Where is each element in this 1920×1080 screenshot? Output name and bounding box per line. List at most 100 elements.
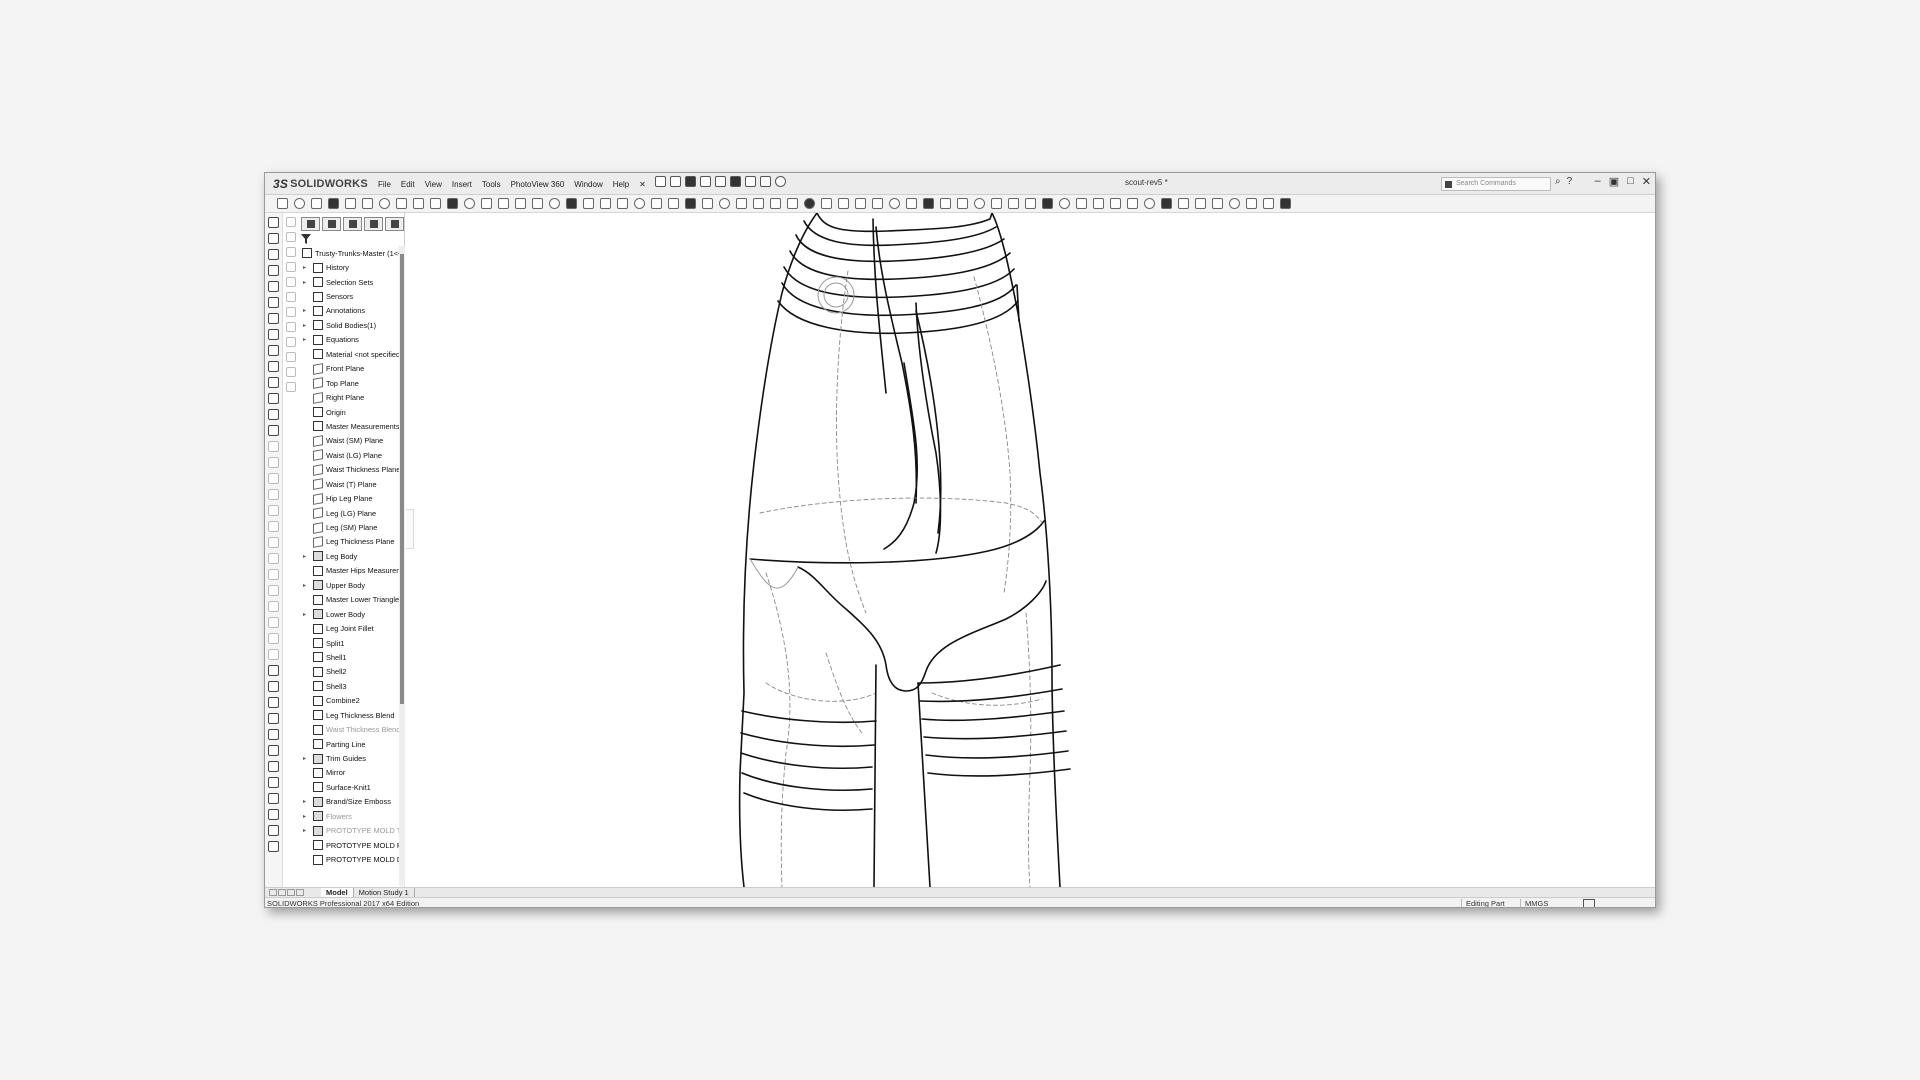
magnifier-icon[interactable]: ⌕ xyxy=(1555,176,1561,187)
toolbar-tool-icon[interactable] xyxy=(804,198,815,209)
toolbar-tool-icon[interactable] xyxy=(1059,198,1070,209)
toolbar-tool-icon[interactable] xyxy=(889,198,900,209)
side-tool-icon[interactable] xyxy=(286,352,296,362)
rebuild-icon[interactable] xyxy=(745,176,756,187)
side-tool-icon[interactable] xyxy=(268,345,279,356)
tree-item[interactable]: Master Hips Measuremer xyxy=(299,564,399,578)
tree-item[interactable]: ▸ Upper Body xyxy=(299,578,399,592)
expand-arrow-icon[interactable]: ▸ xyxy=(303,798,306,805)
toolbar-tool-icon[interactable] xyxy=(1093,198,1104,209)
tree-item[interactable]: ▸ Equations xyxy=(299,333,399,347)
toolbar-tool-icon[interactable] xyxy=(770,198,781,209)
tree-item[interactable]: Leg Joint Fillet xyxy=(299,621,399,635)
side-tool-icon[interactable] xyxy=(286,292,296,302)
side-tool-icon[interactable] xyxy=(268,569,279,580)
toolbar-tool-icon[interactable] xyxy=(974,198,985,209)
toolbar-tool-icon[interactable] xyxy=(481,198,492,209)
open-icon[interactable] xyxy=(670,176,681,187)
toolbar-tool-icon[interactable] xyxy=(464,198,475,209)
toolbar-tool-icon[interactable] xyxy=(1280,198,1291,209)
tree-item[interactable]: Top Plane xyxy=(299,376,399,390)
toolbar-tool-icon[interactable] xyxy=(685,198,696,209)
tree-item[interactable]: ▸ Annotations xyxy=(299,304,399,318)
toolbar-tool-icon[interactable] xyxy=(583,198,594,209)
toolbar-tool-icon[interactable] xyxy=(294,198,305,209)
side-tool-icon[interactable] xyxy=(268,329,279,340)
tree-item[interactable]: Master Lower Triangle xyxy=(299,593,399,607)
last-tab-icon[interactable] xyxy=(296,889,304,896)
prev-tab-icon[interactable] xyxy=(278,889,286,896)
tree-item[interactable]: Leg Thickness Plane xyxy=(299,535,399,549)
expand-arrow-icon[interactable]: ▸ xyxy=(303,827,306,834)
side-tool-icon[interactable] xyxy=(268,841,279,852)
toolbar-tool-icon[interactable] xyxy=(413,198,424,209)
toolbar-tool-icon[interactable] xyxy=(379,198,390,209)
side-tool-icon[interactable] xyxy=(286,217,296,227)
solidworks-logo[interactable]: 3S SOLIDWORKS xyxy=(273,175,368,193)
tree-item[interactable]: Leg Thickness Blend xyxy=(299,708,399,722)
tree-item[interactable]: Shell1 xyxy=(299,650,399,664)
expand-arrow-icon[interactable]: ▸ xyxy=(303,336,306,343)
tree-item[interactable]: ▸ Leg Body xyxy=(299,549,399,563)
tree-item[interactable]: Combine2 xyxy=(299,694,399,708)
expand-arrow-icon[interactable]: ▸ xyxy=(303,307,306,314)
close-icon[interactable]: ✕ xyxy=(1642,175,1651,188)
side-tool-icon[interactable] xyxy=(286,247,296,257)
scrollbar-thumb[interactable] xyxy=(400,254,404,704)
tree-item[interactable]: ▸ Trim Guides xyxy=(299,751,399,765)
pin-icon[interactable]: ✕ xyxy=(634,180,651,189)
side-tool-icon[interactable] xyxy=(268,521,279,532)
side-tool-icon[interactable] xyxy=(268,233,279,244)
toolbar-tool-icon[interactable] xyxy=(651,198,662,209)
tree-item[interactable]: ▸ Selection Sets xyxy=(299,275,399,289)
tree-item[interactable]: Leg (LG) Plane xyxy=(299,506,399,520)
side-tool-icon[interactable] xyxy=(268,457,279,468)
toolbar-tool-icon[interactable] xyxy=(787,198,798,209)
toolbar-tool-icon[interactable] xyxy=(1212,198,1223,209)
expand-arrow-icon[interactable]: ▸ xyxy=(303,553,306,560)
menu-view[interactable]: View xyxy=(420,180,447,189)
side-tool-icon[interactable] xyxy=(268,505,279,516)
toolbar-tool-icon[interactable] xyxy=(1127,198,1138,209)
file-properties-icon[interactable] xyxy=(760,176,771,187)
print-icon[interactable] xyxy=(700,176,711,187)
toolbar-tool-icon[interactable] xyxy=(396,198,407,209)
side-tool-icon[interactable] xyxy=(268,777,279,788)
side-tool-icon[interactable] xyxy=(268,825,279,836)
expand-arrow-icon[interactable]: ▸ xyxy=(303,813,306,820)
side-tool-icon[interactable] xyxy=(268,585,279,596)
toolbar-tool-icon[interactable] xyxy=(1161,198,1172,209)
tree-item[interactable]: PROTOTYPE MOLD PROF xyxy=(299,838,399,852)
toolbar-tool-icon[interactable] xyxy=(277,198,288,209)
toolbar-tool-icon[interactable] xyxy=(1195,198,1206,209)
toolbar-tool-icon[interactable] xyxy=(600,198,611,209)
side-tool-icon[interactable] xyxy=(268,649,279,660)
toolbar-tool-icon[interactable] xyxy=(855,198,866,209)
next-tab-icon[interactable] xyxy=(287,889,295,896)
side-tool-icon[interactable] xyxy=(268,617,279,628)
menu-edit[interactable]: Edit xyxy=(396,180,420,189)
menu-tools[interactable]: Tools xyxy=(477,180,506,189)
tree-item[interactable]: ▸ Lower Body xyxy=(299,607,399,621)
expand-arrow-icon[interactable]: ▸ xyxy=(303,264,306,271)
toolbar-tool-icon[interactable] xyxy=(1042,198,1053,209)
toolbar-tool-icon[interactable] xyxy=(1025,198,1036,209)
toolbar-tool-icon[interactable] xyxy=(1246,198,1257,209)
toolbar-tool-icon[interactable] xyxy=(362,198,373,209)
toolbar-tool-icon[interactable] xyxy=(821,198,832,209)
expand-arrow-icon[interactable]: ▸ xyxy=(303,322,306,329)
tree-item[interactable]: Surface-Knit1 xyxy=(299,780,399,794)
toolbar-tool-icon[interactable] xyxy=(991,198,1002,209)
side-tool-icon[interactable] xyxy=(268,473,279,484)
tab-property-manager[interactable] xyxy=(322,217,341,231)
side-tool-icon[interactable] xyxy=(268,553,279,564)
toolbar-tool-icon[interactable] xyxy=(328,198,339,209)
toolbar-tool-icon[interactable] xyxy=(906,198,917,209)
tree-item[interactable]: ▸ PROTOTYPE MOLD THIC xyxy=(299,824,399,838)
menu-window[interactable]: Window xyxy=(569,180,607,189)
side-tool-icon[interactable] xyxy=(268,489,279,500)
save-icon[interactable] xyxy=(685,176,696,187)
options-gear-icon[interactable] xyxy=(775,176,786,187)
side-tool-icon[interactable] xyxy=(268,745,279,756)
side-tool-icon[interactable] xyxy=(268,809,279,820)
